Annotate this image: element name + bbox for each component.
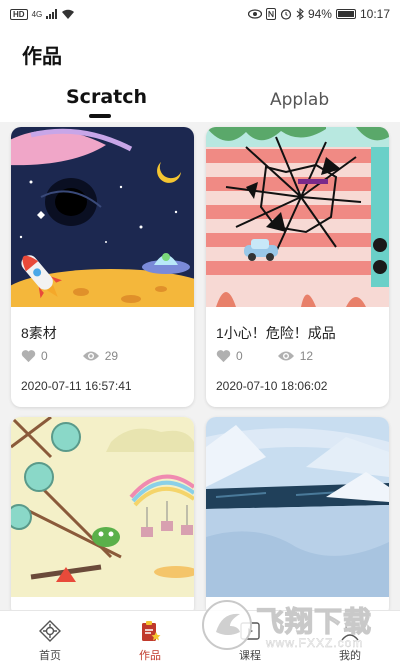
nav-mine[interactable]: 我的	[310, 611, 390, 667]
views-stat: 29	[82, 349, 118, 363]
likes-count: 0	[41, 349, 48, 363]
tab-scratch[interactable]: Scratch	[66, 86, 147, 108]
ferris-wheel-scene-image	[11, 417, 194, 597]
nav-course-label: 课程	[239, 650, 261, 662]
iceberg-scene-image	[206, 417, 389, 597]
tab-applab[interactable]: Applab	[270, 90, 329, 110]
nav-course[interactable]: 课程	[210, 611, 290, 667]
hd-indicator: HD	[10, 8, 28, 20]
works-icon	[142, 621, 161, 641]
eye-comfort-icon	[247, 9, 262, 19]
likes-count: 0	[236, 349, 243, 363]
clock: 10:17	[359, 7, 390, 21]
profile-icon	[341, 622, 359, 641]
work-stats: 0 29	[21, 349, 118, 363]
battery-percent: 94%	[307, 7, 332, 21]
work-title: 8素材	[21, 325, 57, 341]
nav-works-label: 作品	[139, 650, 161, 662]
tab-bar: Scratch Applab	[0, 80, 400, 122]
work-stats: 0 12	[216, 349, 313, 363]
eye-icon	[277, 351, 294, 361]
eye-icon	[82, 351, 99, 361]
course-icon	[240, 622, 260, 640]
likes-stat[interactable]: 0	[216, 349, 243, 363]
work-thumbnail	[11, 127, 194, 307]
heart-icon	[21, 350, 36, 363]
wifi-icon	[62, 9, 75, 19]
status-right: 94% 10:17	[247, 7, 390, 21]
bluetooth-icon	[296, 8, 304, 20]
nav-home[interactable]: 首页	[10, 611, 90, 667]
alarm-icon	[280, 9, 292, 20]
work-card[interactable]: 1小心！危险！成品 0 12 2020-07-10 18:06:02	[206, 127, 389, 407]
likes-stat[interactable]: 0	[21, 349, 48, 363]
views-count: 12	[299, 349, 314, 363]
nav-works[interactable]: 作品	[110, 611, 190, 667]
page-title: 作品	[22, 46, 62, 68]
work-thumbnail	[11, 417, 194, 597]
nav-mine-label: 我的	[339, 650, 361, 662]
space-scene-image	[11, 127, 194, 307]
works-grid: 8素材 0 29 2020-07-11 16:57:41 1小心！危险！成品 0…	[0, 122, 400, 610]
battery-icon	[335, 9, 356, 19]
work-date: 2020-07-10 18:06:02	[216, 379, 328, 393]
nav-home-label: 首页	[39, 650, 61, 662]
status-bar: HD 4G 94% 10:17	[0, 0, 400, 28]
header: 作品	[0, 28, 400, 80]
work-title: 1小心！危险！成品	[216, 325, 336, 341]
views-count: 29	[104, 349, 119, 363]
heart-icon	[216, 350, 231, 363]
views-stat: 12	[277, 349, 313, 363]
work-thumbnail	[206, 417, 389, 597]
work-date: 2020-07-11 16:57:41	[21, 379, 132, 393]
nfc-icon	[265, 8, 276, 20]
work-card[interactable]	[206, 417, 389, 610]
work-card[interactable]	[11, 417, 194, 610]
bottom-nav: 首页 作品 课程 我的	[0, 610, 400, 667]
broken-glass-scene-image	[206, 127, 389, 307]
network-type: 4G	[31, 9, 43, 19]
work-thumbnail	[206, 127, 389, 307]
active-tab-indicator	[89, 114, 111, 118]
home-icon	[39, 620, 61, 642]
signal-icon	[46, 9, 58, 19]
work-card[interactable]: 8素材 0 29 2020-07-11 16:57:41	[11, 127, 194, 407]
status-left: HD 4G	[10, 8, 75, 20]
